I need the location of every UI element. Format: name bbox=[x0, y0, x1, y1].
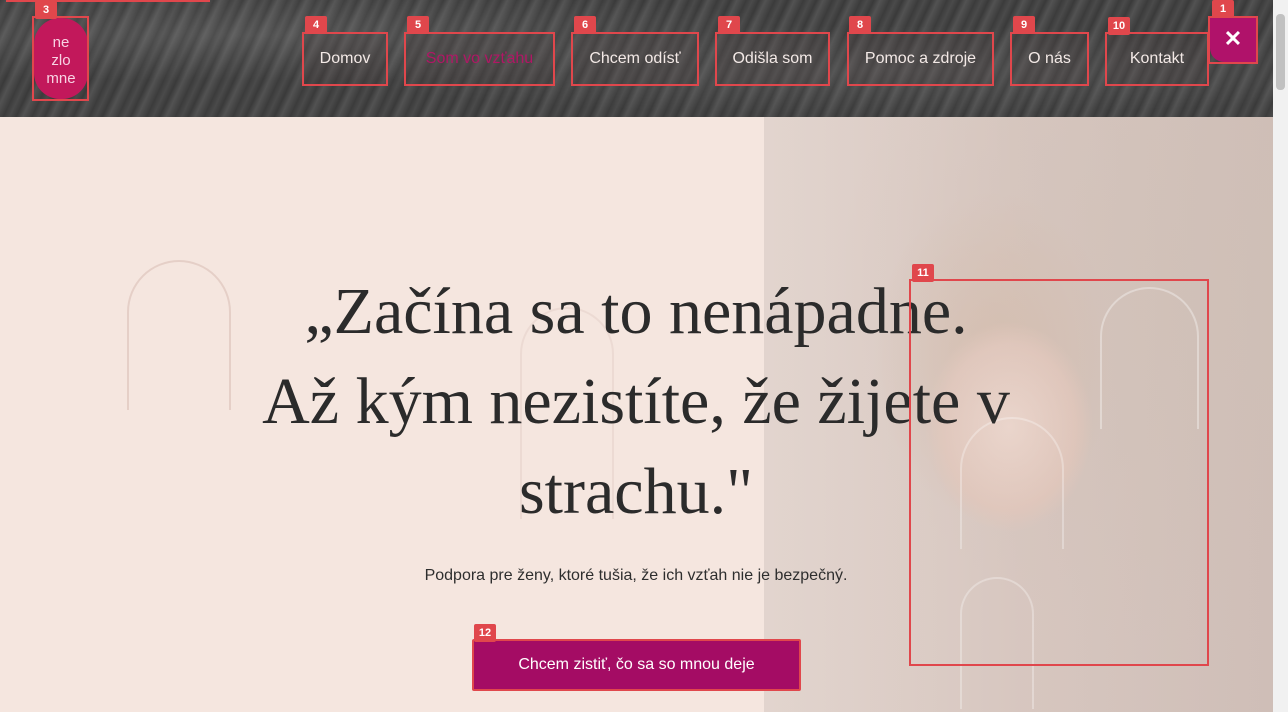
cta-button[interactable]: Chcem zistiť, čo sa so mnou deje bbox=[472, 639, 801, 691]
headline-line-3: strachu." bbox=[518, 455, 754, 528]
page: ne zlo mne Domov Som vo vzťahu Chcem odí… bbox=[0, 0, 1273, 712]
nav-odisla-som[interactable]: Odišla som bbox=[715, 32, 830, 86]
annotation-marker: 1 bbox=[1212, 0, 1234, 18]
nav-pomoc-a-zdroje[interactable]: Pomoc a zdroje bbox=[847, 32, 994, 86]
nav-kontakt[interactable]: Kontakt bbox=[1105, 32, 1209, 86]
annotation-marker: 10 bbox=[1108, 17, 1130, 35]
annotation-marker: 4 bbox=[305, 16, 327, 34]
annotation-marker: 3 bbox=[35, 1, 57, 19]
hero-section: „Začína sa to nenápadne. Až kým nezistít… bbox=[0, 117, 1273, 712]
site-header: ne zlo mne Domov Som vo vzťahu Chcem odí… bbox=[0, 0, 1273, 118]
annotation-marker: 11 bbox=[912, 264, 934, 282]
nav-chcem-odist[interactable]: Chcem odísť bbox=[571, 32, 699, 86]
annotation-box bbox=[32, 16, 89, 101]
annotation-marker: 12 bbox=[474, 624, 496, 642]
headline-line-2: Až kým nezistíte, že žijete v bbox=[262, 365, 1010, 438]
headline-line-1: „Začína sa to nenápadne. bbox=[304, 275, 968, 348]
annotation-marker: 9 bbox=[1013, 16, 1035, 34]
annotation-box bbox=[1208, 16, 1258, 64]
nav-o-nas[interactable]: O nás bbox=[1010, 32, 1089, 86]
annotation-marker: 8 bbox=[849, 16, 871, 34]
hero-subtitle: Podpora pre ženy, ktoré tušia, že ich vz… bbox=[424, 567, 848, 584]
hero-media-region[interactable] bbox=[909, 279, 1209, 666]
page-scrollbar[interactable] bbox=[1273, 0, 1288, 712]
annotation-marker: 5 bbox=[407, 16, 429, 34]
annotation-marker: 7 bbox=[718, 16, 740, 34]
annotation-marker: 6 bbox=[574, 16, 596, 34]
nav-som-vo-vztahu[interactable]: Som vo vzťahu bbox=[404, 32, 555, 86]
nav-domov[interactable]: Domov bbox=[302, 32, 388, 86]
scrollbar-thumb[interactable] bbox=[1276, 14, 1285, 90]
